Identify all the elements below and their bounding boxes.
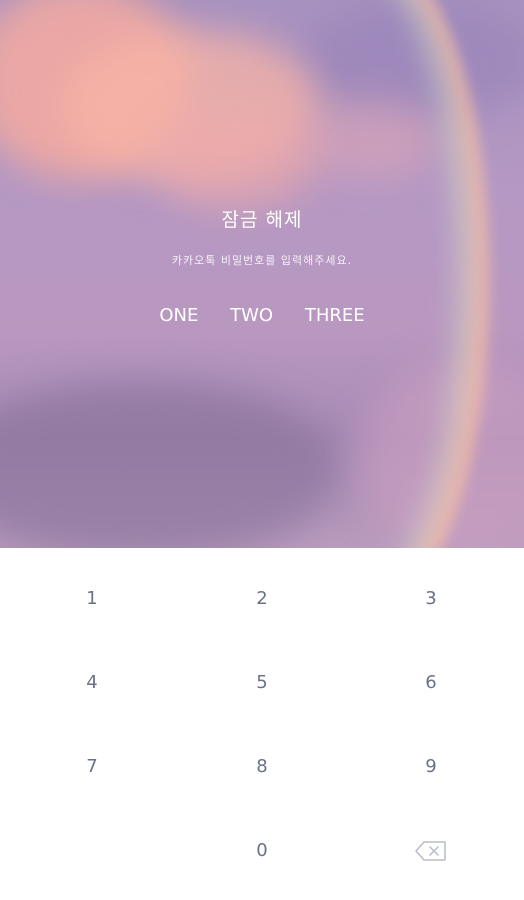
background-image: 잠금 해제 카카오톡 비밀번호를 입력해주세요. ONE TWO THREE: [0, 0, 524, 548]
pin-indicator: ONE TWO THREE: [0, 305, 524, 326]
key-7[interactable]: 7: [32, 737, 152, 797]
page-title: 잠금 해제: [221, 209, 303, 231]
key-9[interactable]: 9: [371, 737, 491, 797]
instruction-text: 카카오톡 비밀번호를 입력해주세요.: [171, 254, 353, 267]
backspace-button[interactable]: [371, 821, 491, 881]
pin-slot-1: ONE: [159, 305, 199, 326]
rainbow: [230, 0, 524, 548]
pin-slot-3: THREE: [304, 305, 365, 326]
key-5[interactable]: 5: [202, 653, 322, 713]
backspace-icon: [415, 841, 446, 861]
lock-screen: 잠금 해제 카카오톡 비밀번호를 입력해주세요. ONE TWO THREE 1…: [0, 0, 524, 900]
key-1[interactable]: 1: [32, 569, 152, 629]
key-2[interactable]: 2: [202, 569, 322, 629]
key-4[interactable]: 4: [32, 653, 152, 713]
key-6[interactable]: 6: [371, 653, 491, 713]
number-keypad: 1 2 3 4 5 6 7 8 9 0: [0, 548, 524, 900]
key-0[interactable]: 0: [202, 821, 322, 881]
key-8[interactable]: 8: [202, 737, 322, 797]
pin-slot-2: TWO: [230, 305, 274, 326]
key-3[interactable]: 3: [371, 569, 491, 629]
